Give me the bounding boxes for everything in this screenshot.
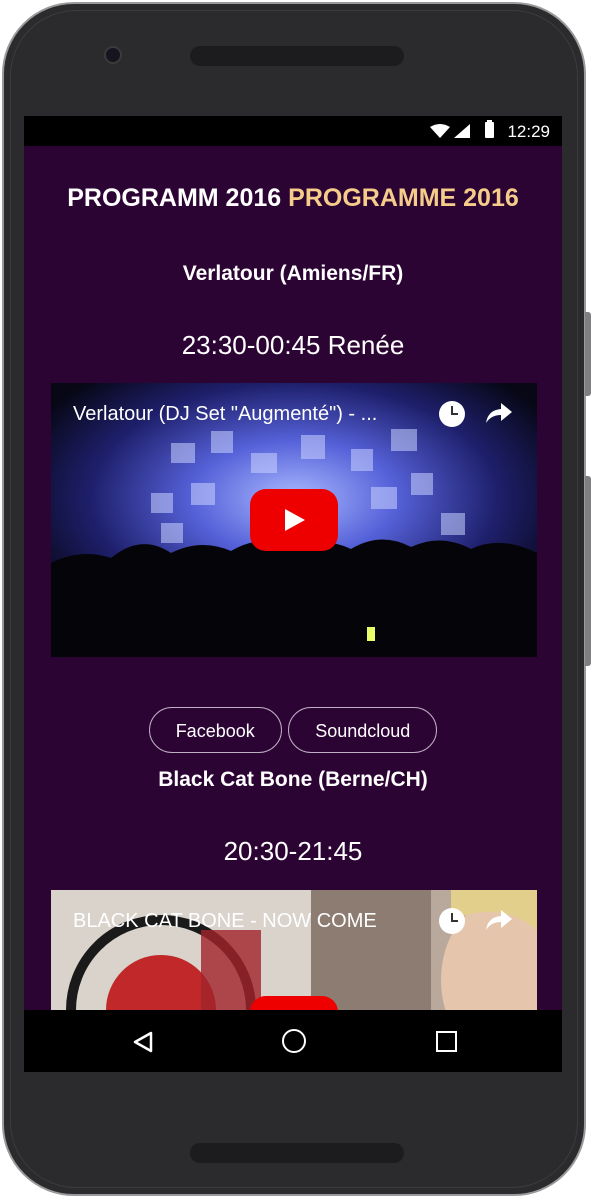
clock-icon[interactable] xyxy=(439,401,465,427)
status-time: 12:29 xyxy=(507,122,550,141)
youtube-play-icon[interactable] xyxy=(250,489,338,551)
share-icon[interactable] xyxy=(485,908,513,932)
home-icon[interactable] xyxy=(282,1029,306,1053)
video-embed[interactable]: Verlatour (DJ Set "Augmenté") - ... xyxy=(51,383,537,657)
act-name: Verlatour (Amiens/FR) xyxy=(182,262,404,285)
bottom-speaker xyxy=(190,1143,404,1163)
recents-icon[interactable] xyxy=(436,1031,457,1052)
power-button[interactable] xyxy=(585,312,591,396)
front-camera xyxy=(106,48,120,62)
act-time: 23:30-00:45 Renée xyxy=(181,330,405,360)
navigation-bar xyxy=(24,1010,562,1072)
volume-button[interactable] xyxy=(585,476,591,666)
signal-icon xyxy=(454,124,470,138)
act-time: 20:30-21:45 xyxy=(223,836,363,866)
battery-icon xyxy=(485,120,494,138)
earpiece-speaker xyxy=(190,46,404,66)
video-title[interactable]: BLACK CAT BONE - NOW COME xyxy=(73,910,377,933)
page-title-de: PROGRAMM 2016 xyxy=(67,184,282,212)
wifi-icon xyxy=(430,124,450,138)
back-icon[interactable] xyxy=(133,1031,153,1053)
status-bar: 12:29 xyxy=(24,116,562,146)
page-title: PROGRAMM 2016 PROGRAMME 2016 xyxy=(24,184,562,213)
share-icon[interactable] xyxy=(485,401,513,425)
facebook-button[interactable]: Facebook xyxy=(148,707,282,753)
page-content[interactable]: PROGRAMM 2016 PROGRAMME 2016 Verlatour (… xyxy=(24,146,562,1072)
page-title-fr: PROGRAMME 2016 xyxy=(288,184,519,212)
screen: 12:29 PROGRAMM 2016 PROGRAMME 2016 Verla… xyxy=(24,116,562,1072)
act-links: Facebook Soundcloud xyxy=(24,707,562,753)
soundcloud-button[interactable]: Soundcloud xyxy=(288,707,438,753)
clock-icon[interactable] xyxy=(439,908,465,934)
act-name: Black Cat Bone (Berne/CH) xyxy=(158,768,428,791)
video-title[interactable]: Verlatour (DJ Set "Augmenté") - ... xyxy=(73,403,377,426)
